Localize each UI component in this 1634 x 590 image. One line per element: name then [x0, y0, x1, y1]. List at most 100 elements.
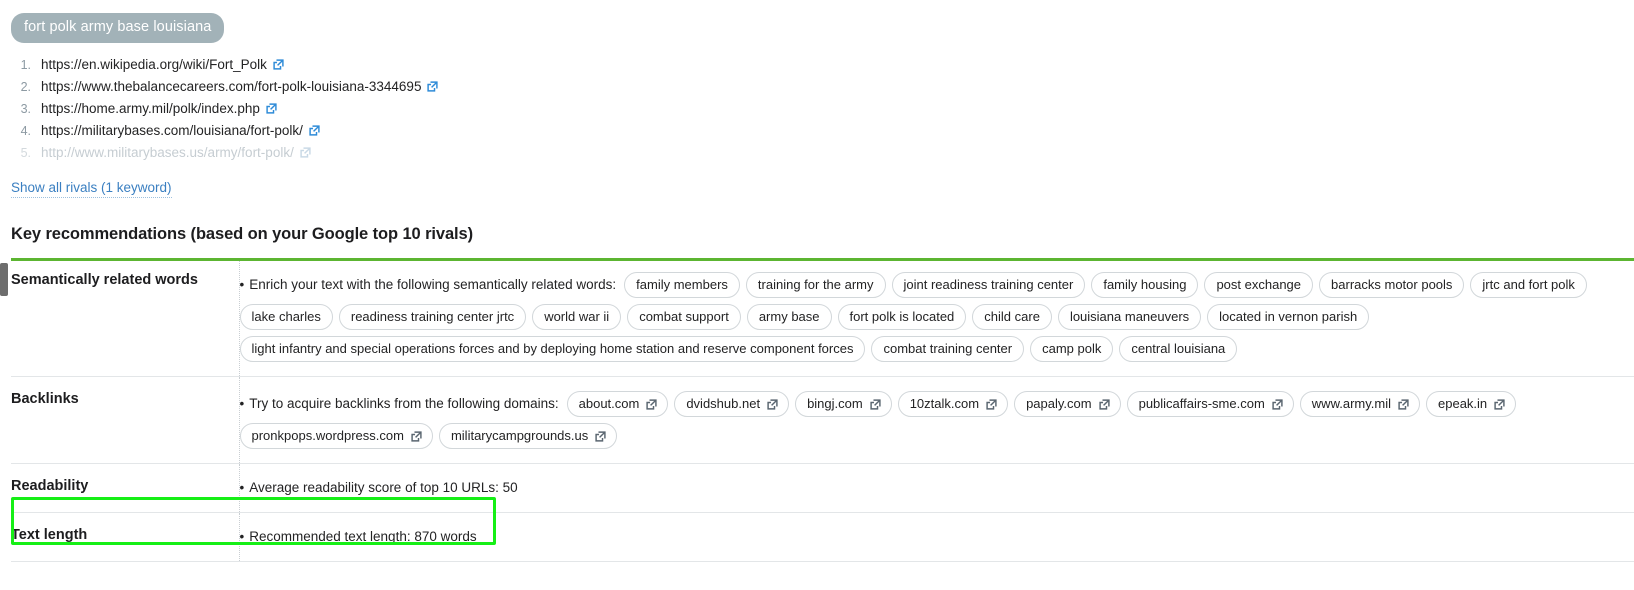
semantic-word-tag[interactable]: lake charles: [239, 303, 333, 330]
backlink-domain-label: bingj.com: [807, 395, 863, 411]
semantic-word-tag[interactable]: post exchange: [1204, 271, 1314, 298]
backlink-domain-tag[interactable]: bingj.com: [795, 390, 892, 417]
rival-url-link[interactable]: https://militarybases.com/louisiana/fort…: [41, 120, 303, 142]
backlink-domain-label: epeak.in: [1438, 395, 1488, 411]
rival-url-link[interactable]: http://www.militarybases.us/army/fort-po…: [41, 142, 294, 164]
external-link-icon: [870, 399, 881, 410]
external-link-icon: [273, 58, 284, 70]
semantic-word-tag[interactable]: family housing: [1091, 271, 1199, 298]
row-body-text-length: • Recommended text length: 870 words: [239, 512, 1634, 561]
page-title: Key recommendations (based on your Googl…: [11, 224, 474, 243]
backlink-domain-tag[interactable]: 10ztalk.com: [897, 390, 1009, 417]
rival-url-link[interactable]: https://home.army.mil/polk/index.php: [41, 98, 260, 120]
external-link-icon: [266, 102, 277, 114]
external-link-icon: [767, 399, 778, 410]
semantic-word-tag[interactable]: readiness training center jrtc: [338, 303, 527, 330]
table-row-text-length: Text length • Recommended text length: 87…: [11, 512, 1634, 561]
external-link-icon: [309, 124, 320, 136]
backlink-domain-tag[interactable]: www.army.mil: [1299, 390, 1420, 417]
semantic-words-lead-text: Enrich your text with the following sema…: [249, 276, 617, 292]
text-length-line: • Recommended text length: 870 words: [240, 527, 1634, 547]
semantic-word-tag[interactable]: camp polk: [1030, 335, 1114, 362]
external-link-icon: [1272, 399, 1283, 410]
semantic-word-tag[interactable]: louisiana maneuvers: [1057, 303, 1202, 330]
rival-index: 2.: [20, 79, 31, 94]
external-link-icon: [1398, 399, 1409, 410]
semantic-word-tag[interactable]: fort polk is located: [837, 303, 967, 330]
external-link-icon: [411, 431, 422, 442]
readability-line: • Average readability score of top 10 URL…: [240, 478, 1634, 498]
table-row-semantic-words: Semantically related words • Enrich your …: [11, 257, 1634, 377]
external-link-icon: [646, 399, 657, 410]
backlinks-list: • Try to acquire backlinks from the follo…: [239, 390, 1634, 449]
semantic-words-list: • Enrich your text with the following sem…: [239, 271, 1634, 362]
external-link-icon: [595, 431, 606, 442]
semantic-word-tag[interactable]: training for the army: [745, 271, 886, 298]
backlink-domain-label: 10ztalk.com: [909, 395, 980, 411]
semantic-word-tag[interactable]: joint readiness training center: [891, 271, 1086, 298]
rival-list-item[interactable]: 5. http://www.militarybases.us/army/fort-…: [0, 142, 1634, 164]
semantic-word-tag[interactable]: barracks motor pools: [1319, 271, 1465, 298]
external-link-icon: [1494, 399, 1505, 410]
backlink-domain-tag[interactable]: pronkpops.wordpress.com: [239, 422, 433, 449]
external-link-icon: [1098, 399, 1110, 410]
keyword-pill-container: fort polk army base louisiana: [0, 0, 1634, 43]
backlink-domain-label: www.army.mil: [1311, 395, 1391, 411]
table-top-accent-rule: [11, 257, 1634, 261]
backlink-domain-tag[interactable]: publicaffairs-sme.com: [1126, 390, 1294, 417]
semantic-word-tag[interactable]: central louisiana: [1119, 335, 1238, 362]
show-all-rivals-link[interactable]: Show all rivals (1 keyword): [11, 179, 172, 198]
backlink-domain-label: publicaffairs-sme.com: [1138, 395, 1265, 411]
recommendations-table: Semantically related words • Enrich your …: [11, 257, 1634, 562]
backlink-domain-label: dvidshub.net: [686, 395, 761, 411]
backlink-domain-tag[interactable]: epeak.in: [1426, 390, 1517, 417]
rival-list-item[interactable]: 2. https://www.thebalancecareers.com/fort…: [0, 76, 1634, 98]
backlink-domain-tag[interactable]: papaly.com: [1014, 390, 1121, 417]
horizontal-scroll-handle[interactable]: [0, 262, 8, 296]
bullet-icon: •: [239, 528, 245, 544]
backlink-domain-label: papaly.com: [1026, 395, 1092, 411]
backlink-domain-tag[interactable]: dvidshub.net: [674, 390, 790, 417]
backlink-domain-tag[interactable]: about.com: [566, 390, 669, 417]
semantic-word-tag[interactable]: child care: [972, 303, 1052, 330]
rival-list-item[interactable]: 1. https://en.wikipedia.org/wiki/Fort_Pol…: [0, 54, 1634, 76]
table-row-readability: Readability • Average readability score o…: [11, 463, 1634, 512]
rival-url-link[interactable]: https://www.thebalancecareers.com/fort-p…: [41, 76, 421, 98]
semantic-word-tag[interactable]: army base: [746, 303, 832, 330]
keyword-pill[interactable]: fort polk army base louisiana: [11, 13, 225, 43]
readability-value-text: Average readability score of top 10 URLs…: [249, 479, 518, 495]
table-row-backlinks: Backlinks • Try to acquire backlinks from…: [11, 376, 1634, 463]
bullet-icon: •: [239, 479, 245, 495]
rival-index: 4.: [20, 123, 31, 138]
rival-list-item[interactable]: 3. https://home.army.mil/polk/index.php: [0, 98, 1634, 120]
row-label-text-length: Text length: [11, 512, 240, 561]
bullet-icon: •: [239, 395, 245, 411]
bullet-icon: •: [239, 276, 245, 292]
semantic-word-tag[interactable]: combat training center: [871, 335, 1025, 362]
semantic-word-tag[interactable]: combat support: [627, 303, 741, 330]
semantic-word-tag[interactable]: located in vernon parish: [1207, 303, 1370, 330]
backlinks-lead-text: Try to acquire backlinks from the follow…: [249, 395, 559, 411]
rival-index: 5.: [20, 145, 31, 160]
row-body-readability: • Average readability score of top 10 URL…: [239, 463, 1634, 512]
rival-index: 3.: [20, 101, 31, 116]
semantic-word-tag[interactable]: family members: [624, 271, 740, 298]
backlink-domain-tag[interactable]: militarycampgrounds.us: [438, 422, 618, 449]
external-link-icon: [300, 146, 311, 158]
external-link-icon: [427, 80, 439, 92]
row-label-semantic-words: Semantically related words: [11, 257, 240, 376]
seo-recommendations-panel: fort polk army base louisiana 1. https://…: [0, 0, 1634, 590]
semantic-word-tag[interactable]: world war ii: [532, 303, 622, 330]
row-body-semantic-words: • Enrich your text with the following sem…: [239, 258, 1634, 377]
row-label-backlinks: Backlinks: [11, 376, 240, 463]
external-link-icon: [986, 399, 997, 410]
rival-url-link[interactable]: https://en.wikipedia.org/wiki/Fort_Polk: [41, 54, 267, 76]
recommendations-table-container: Semantically related words • Enrich your …: [0, 257, 1634, 562]
rival-url-list: 1. https://en.wikipedia.org/wiki/Fort_Pol…: [0, 54, 1634, 164]
backlink-domain-label: about.com: [578, 395, 640, 411]
backlink-domain-label: militarycampgrounds.us: [450, 427, 589, 443]
semantic-word-tag[interactable]: light infantry and special operations fo…: [239, 335, 866, 362]
semantic-word-tag[interactable]: jrtc and fort polk: [1470, 271, 1587, 298]
rival-list-item[interactable]: 4. https://militarybases.com/louisiana/fo…: [0, 120, 1634, 142]
backlinks-lead: • Try to acquire backlinks from the follo…: [240, 394, 561, 414]
